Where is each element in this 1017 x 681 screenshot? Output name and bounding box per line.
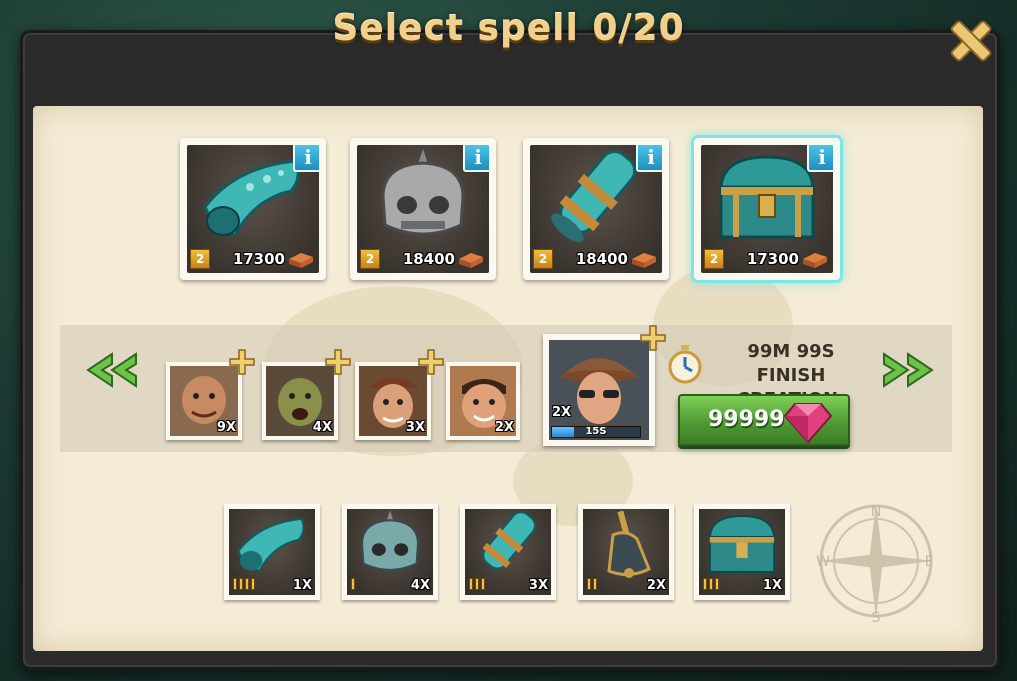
spell-card-horn[interactable]: i 2 17300 — [180, 138, 326, 280]
spell-card-skull-helmet[interactable]: i 2 18400 — [350, 138, 496, 280]
tally-mark — [587, 578, 591, 590]
bell-icon — [607, 510, 651, 578]
tally-marks — [469, 578, 485, 590]
brick-icon — [289, 253, 313, 268]
info-button[interactable]: i — [636, 145, 662, 172]
progress-timer: 15S — [585, 426, 607, 437]
spell-card-treasure-chest[interactable]: i 2 17300 — [694, 138, 840, 280]
tally-mark — [709, 578, 713, 590]
item-count: 3X — [528, 578, 548, 593]
item-count: 4X — [410, 578, 430, 593]
queue-unit-pirate[interactable]: 3X — [355, 349, 444, 440]
brick-icon — [459, 253, 483, 268]
tally-mark — [481, 578, 485, 590]
item-count: 1X — [762, 578, 782, 593]
next-arrow-icon[interactable] — [880, 352, 936, 388]
active-unit-count: 2X — [552, 405, 572, 420]
queue-unit-goblin[interactable]: 4X — [262, 349, 351, 440]
tally-marks — [703, 578, 719, 590]
close-icon[interactable] — [944, 14, 998, 68]
time-remaining: 99M 99S — [747, 341, 835, 362]
tally-marks — [351, 578, 355, 590]
tally-mark — [233, 578, 237, 590]
detective-portrait-icon — [559, 358, 639, 440]
info-button[interactable]: i — [463, 145, 489, 172]
level-badge: 2 — [704, 249, 724, 269]
spell-cost: 17300 — [232, 250, 285, 268]
svg-text:E: E — [925, 554, 934, 570]
inventory-item-treasure-chest[interactable]: 1X — [694, 504, 790, 600]
add-icon[interactable] — [228, 348, 256, 376]
skull-helmet-icon — [360, 510, 420, 571]
info-button[interactable]: i — [293, 145, 319, 172]
stopwatch-icon — [668, 345, 702, 384]
previous-arrow-icon[interactable] — [84, 352, 140, 388]
production-progress-bar: 15S — [551, 426, 641, 438]
add-icon[interactable] — [639, 324, 667, 352]
add-icon[interactable] — [417, 348, 445, 376]
tally-mark — [245, 578, 249, 590]
tally-mark — [703, 578, 707, 590]
spell-cost: 18400 — [402, 250, 455, 268]
svg-text:W: W — [816, 554, 830, 570]
add-icon[interactable] — [324, 348, 352, 376]
cannon-icon — [482, 511, 537, 570]
queue-unit-brawler[interactable]: 2X — [446, 362, 520, 440]
item-count: 2X — [646, 578, 666, 593]
finish-creation-button[interactable]: 99999 — [678, 394, 850, 446]
inventory-item-cannon[interactable]: 3X — [460, 504, 556, 600]
tally-mark — [469, 578, 473, 590]
queue-unit-ogre[interactable]: 9X — [166, 349, 255, 440]
tally-mark — [251, 578, 255, 590]
unit-count: 9X — [216, 420, 236, 435]
brick-icon — [632, 253, 656, 268]
tally-mark — [715, 578, 719, 590]
svg-text:N: N — [871, 504, 881, 520]
spell-cost: 17300 — [746, 250, 799, 268]
tally-mark — [351, 578, 355, 590]
compass-icon: N S E W — [816, 504, 934, 626]
unit-count: 4X — [312, 420, 332, 435]
item-count: 1X — [292, 578, 312, 593]
info-button[interactable]: i — [807, 145, 833, 172]
tally-mark — [593, 578, 597, 590]
inventory-item-horn[interactable]: 1X — [224, 504, 320, 600]
tally-marks — [587, 578, 597, 590]
level-badge: 2 — [533, 249, 553, 269]
level-badge: 2 — [360, 249, 380, 269]
page-title: Select spell 0/20 — [332, 8, 685, 49]
treasure-chest-icon — [708, 514, 776, 574]
finish-cost: 99999 — [708, 407, 785, 432]
gem-icon — [783, 403, 833, 444]
inventory-item-bell[interactable]: 2X — [578, 504, 674, 600]
unit-count: 3X — [405, 420, 425, 435]
spell-card-cannon[interactable]: i 2 18400 — [523, 138, 669, 280]
horn-icon — [237, 517, 305, 572]
tally-mark — [475, 578, 479, 590]
svg-text:S: S — [872, 610, 881, 626]
level-badge: 2 — [190, 249, 210, 269]
inventory-item-skull-helmet[interactable]: 4X — [342, 504, 438, 600]
tally-mark — [239, 578, 243, 590]
tally-marks — [233, 578, 255, 590]
spell-cost: 18400 — [575, 250, 628, 268]
active-unit-detective[interactable]: 2X 15S — [543, 325, 666, 446]
brick-icon — [803, 253, 827, 268]
unit-count: 2X — [494, 420, 514, 435]
